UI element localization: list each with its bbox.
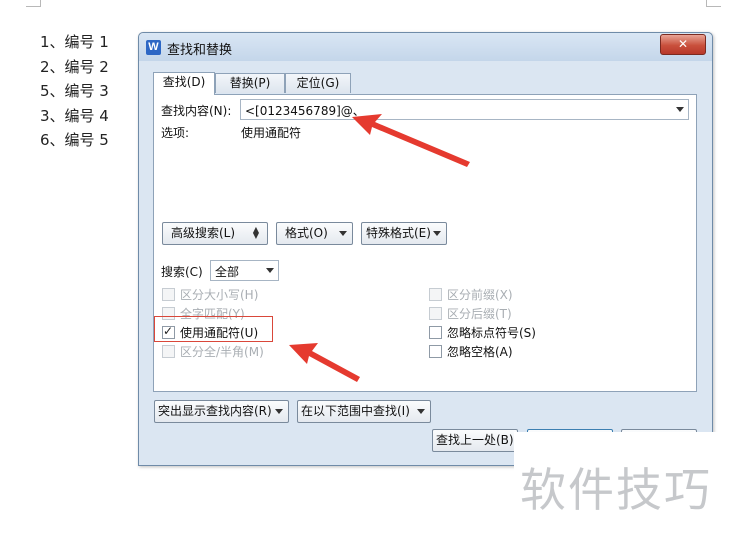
tab-find[interactable]: 查找(D): [153, 72, 215, 95]
annotation-arrow-wildcard: [289, 343, 360, 382]
annotation-arrow-find: [352, 114, 470, 167]
watermark-text: 软件技巧: [520, 463, 712, 517]
